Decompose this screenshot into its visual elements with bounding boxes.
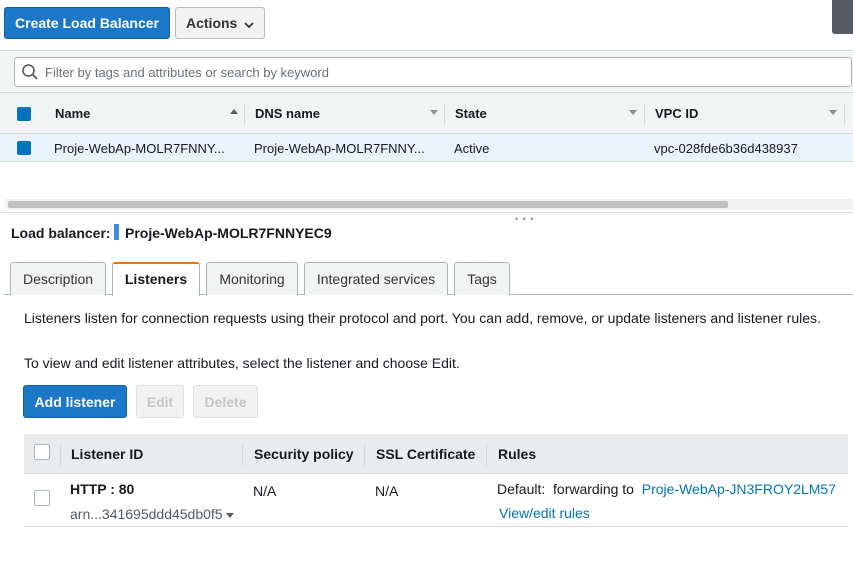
column-security-policy: Security policy [254, 446, 354, 462]
actions-button[interactable]: Actions [175, 7, 265, 39]
tab-tags[interactable]: Tags [454, 262, 510, 295]
column-name[interactable]: Name [55, 106, 90, 121]
tab-integrated-services[interactable]: Integrated services [304, 262, 448, 295]
caret-down-icon [225, 512, 234, 518]
sort-asc-icon[interactable] [230, 109, 238, 114]
scrollbar-thumb[interactable] [8, 201, 728, 208]
add-listener-button[interactable]: Add listener [23, 385, 127, 418]
target-group-link[interactable]: Proje-WebAp-JN3FROY2LM57 [642, 481, 836, 497]
drag-handle-icon[interactable]: • • • [515, 215, 534, 224]
column-dns-name[interactable]: DNS name [255, 106, 320, 121]
listener-row-checkbox[interactable] [34, 490, 50, 506]
actions-label: Actions [186, 15, 238, 31]
load-balancer-label: Load balancer: [11, 225, 111, 241]
rule-prefix: Default: [497, 481, 546, 497]
column-divider [364, 444, 365, 466]
horizontal-scrollbar[interactable] [5, 199, 853, 210]
listeners-hint-text: To view and edit listener attributes, se… [24, 355, 460, 371]
column-divider[interactable] [444, 103, 445, 125]
column-state[interactable]: State [455, 106, 487, 121]
column-divider[interactable] [644, 103, 645, 125]
listeners-intro-text: Listeners listen for connection requests… [24, 310, 821, 326]
sort-icon[interactable] [430, 110, 438, 115]
row-state: Active [454, 141, 490, 156]
search-placeholder: Filter by tags and attributes or search … [45, 65, 329, 80]
column-ssl-certificate: SSL Certificate [376, 446, 476, 462]
tab-listeners[interactable]: Listeners [112, 262, 200, 296]
chevron-down-icon [244, 17, 254, 33]
sort-icon[interactable] [829, 110, 837, 115]
listener-row[interactable]: HTTP : 80 arn...341695ddd45db0f5 N/A N/A… [24, 475, 848, 527]
filter-bar: Filter by tags and attributes or search … [0, 50, 853, 92]
table-row[interactable]: Proje-WebAp-MOLR7FNNY... Proje-WebAp-MOL… [0, 134, 853, 162]
column-divider [60, 444, 61, 466]
view-edit-rules-link[interactable]: View/edit rules [499, 505, 590, 521]
listener-ssl-certificate: N/A [375, 483, 399, 499]
listener-id: HTTP : 80 [70, 481, 135, 497]
column-divider[interactable] [244, 103, 245, 125]
row-dns-name: Proje-WebAp-MOLR7FNNY... [254, 141, 425, 156]
select-all-checkbox[interactable] [17, 107, 31, 121]
tab-monitoring[interactable]: Monitoring [206, 262, 298, 295]
listener-rule-default: Default: forwarding to Proje-WebAp-JN3FR… [497, 481, 836, 497]
top-toolbar: Create Load Balancer Actions [0, 0, 853, 50]
delete-button[interactable]: Delete [193, 385, 258, 418]
column-divider [486, 444, 487, 466]
pane-splitter[interactable] [0, 212, 853, 213]
column-vpc-id[interactable]: VPC ID [655, 106, 698, 121]
row-vpc-id: vpc-028fde6b36d438937 [654, 141, 798, 156]
tab-description[interactable]: Description [10, 262, 106, 295]
edit-button[interactable]: Edit [136, 385, 184, 418]
row-name: Proje-WebAp-MOLR7FNNY... [54, 141, 225, 156]
column-rules: Rules [498, 446, 537, 462]
load-balancer-table-header: Name DNS name State VPC ID [0, 92, 853, 134]
help-panel-toggle[interactable] [832, 0, 853, 34]
listener-table-header: Listener ID Security policy SSL Certific… [24, 434, 848, 474]
listener-security-policy: N/A [253, 483, 277, 499]
row-checkbox[interactable] [17, 141, 31, 155]
sort-icon[interactable] [629, 110, 637, 115]
column-divider [242, 444, 243, 466]
listener-arn-toggle[interactable]: arn...341695ddd45db0f5 [70, 506, 234, 522]
rule-action: forwarding to [553, 481, 634, 497]
load-balancer-marker [114, 224, 119, 240]
search-input[interactable]: Filter by tags and attributes or search … [14, 57, 852, 87]
column-listener-id: Listener ID [71, 446, 144, 462]
select-all-listeners-checkbox[interactable] [34, 444, 50, 460]
create-load-balancer-button[interactable]: Create Load Balancer [4, 7, 170, 39]
load-balancer-name: Proje-WebAp-MOLR7FNNYEC9 [125, 225, 332, 241]
column-divider[interactable] [844, 103, 845, 125]
search-icon [21, 63, 39, 84]
listener-arn: arn...341695ddd45db0f5 [70, 506, 223, 522]
